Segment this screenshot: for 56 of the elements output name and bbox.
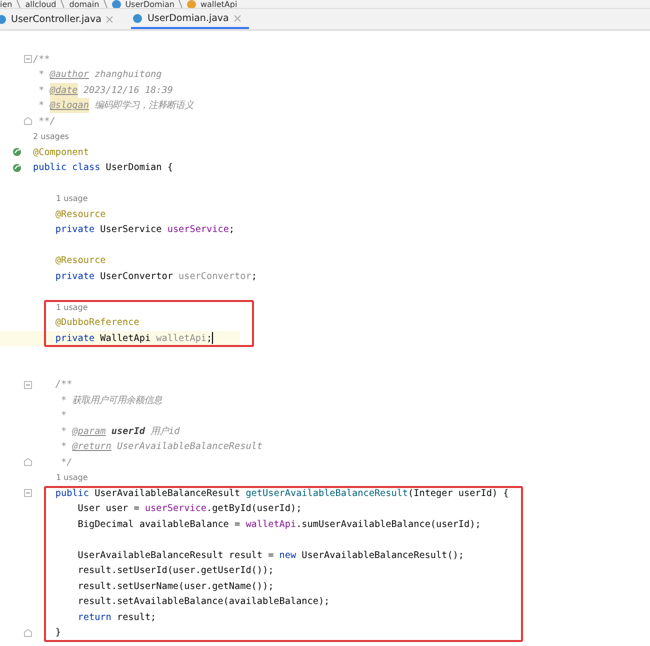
code-line: result.setUserName(user.getName()); [76, 580, 274, 594]
code-line: * @date 2023/12/16 18:39 [38, 82, 173, 98]
code-line: */ [60, 456, 72, 470]
usage-hint[interactable]: 1 usage [33, 194, 88, 204]
breadcrumb-item[interactable]: allcloud [25, 0, 56, 8]
code-line: result.setAvailableBalance(availableBalance); [76, 595, 330, 610]
breadcrumb-item[interactable]: walletApi [200, 0, 238, 8]
fold-end-icon[interactable] [24, 117, 32, 126]
code-line: public class UserDomian { [33, 161, 173, 176]
code-line: /** [33, 52, 50, 67]
fold-icon[interactable] [24, 489, 32, 498]
breadcrumb-separator-icon [103, 0, 108, 8]
code-line: result.setUserId(user.getUserId()); [76, 564, 274, 578]
code-line: UserAvailableBalanceResult result = new UserAvailableBalanceResult(); [76, 548, 464, 563]
code-line: BigDecimal availableBalance = walletApi.sumUserAvailableBalance(userId); [76, 518, 481, 532]
code-line: * @param userId 用户id [60, 424, 180, 439]
fold-icon[interactable] [24, 55, 32, 64]
text-caret [212, 332, 214, 344]
code-line: * @author zhanghuitong [38, 68, 162, 82]
code-line: @DubboReference [54, 316, 140, 330]
field-icon [187, 0, 196, 8]
code-line: @Resource [54, 254, 106, 268]
code-line: private UserConvertor userConvertor; [54, 270, 257, 284]
breadcrumb-item[interactable]: ien [0, 0, 12, 8]
file-tab[interactable]: UserController.java [0, 9, 122, 29]
class-icon [112, 0, 122, 8]
code-line: * 获取用户可用余额信息 [60, 394, 162, 408]
code-line: @Resource [54, 208, 106, 222]
breadcrumb-item[interactable]: domain [69, 0, 100, 8]
breadcrumb-separator-icon [16, 0, 22, 8]
fold-icon[interactable] [24, 380, 32, 389]
code-line: private UserService userService; [54, 223, 235, 238]
code-line: * @return UserAvailableBalanceResult [60, 440, 262, 454]
breadcrumb-separator-icon [178, 0, 184, 8]
code-line: @Component [33, 146, 89, 160]
usage-hint[interactable]: 1 usage [33, 473, 88, 482]
class-icon [133, 14, 142, 22]
code-line: **/ [38, 114, 56, 129]
code-line: public UserAvailableBalanceResult getUserAvailableBalanceResult(Integer userId) { [54, 486, 509, 501]
fold-end-icon[interactable] [24, 628, 32, 637]
bean-icon[interactable] [12, 162, 22, 173]
code-line: * @slogan 编码即学习，注释断语义 [38, 98, 194, 114]
code-line: User user = userService.getById(userId); [76, 502, 302, 516]
fold-end-icon[interactable] [24, 458, 32, 466]
usage-hint[interactable]: 1 usage [33, 302, 88, 312]
bean-icon[interactable] [12, 147, 22, 158]
code-line: * [60, 409, 67, 424]
usage-hint[interactable]: 2 usages [33, 132, 69, 142]
breadcrumb-item[interactable]: UserDomian [125, 0, 174, 8]
file-tab[interactable]: UserDomian.java [131, 9, 249, 29]
code-line: /** [54, 378, 72, 392]
close-icon[interactable] [106, 16, 114, 22]
code-line: } [54, 626, 61, 640]
close-icon[interactable] [234, 14, 241, 22]
breadcrumb-separator-icon [60, 0, 66, 8]
code-line: return result; [76, 610, 156, 625]
